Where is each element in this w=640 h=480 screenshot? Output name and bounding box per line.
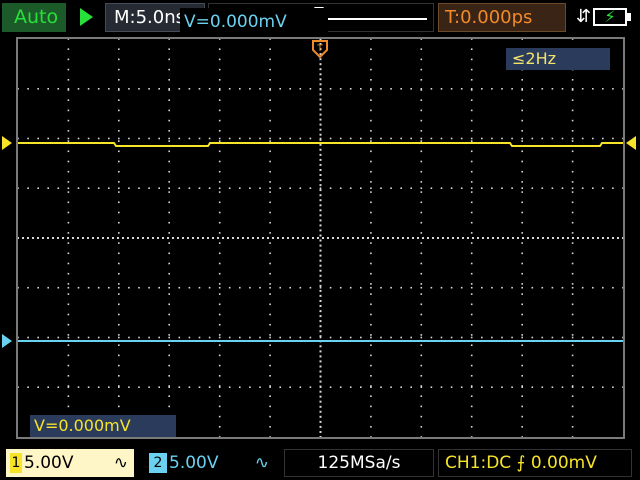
frequency-readout: ≤2Hz: [506, 48, 610, 70]
ch1-index-badge: 1: [10, 453, 22, 473]
trigger-marker-icon[interactable]: T: [312, 40, 328, 59]
grid-horizontal-line: [18, 386, 623, 388]
ch2-scale-value: 5.00V: [169, 453, 219, 473]
grid-horizontal-line: [18, 137, 623, 140]
grid-horizontal-line: [18, 336, 623, 339]
usb-icon: ⇵: [576, 6, 592, 27]
ch2-index-badge: 2: [149, 453, 167, 473]
trigger-position-readout[interactable]: T:0.000ps: [438, 3, 566, 32]
ch1-scale-value: 5.00V: [24, 453, 74, 473]
grid-horizontal-line: [18, 187, 623, 189]
run-mode-indicator[interactable]: Auto: [2, 3, 66, 32]
run-play-icon[interactable]: [80, 8, 93, 26]
ch2-ac-coupling-icon: ∿: [254, 453, 269, 473]
trigger-marker-label: T: [316, 44, 323, 54]
trigger-settings-readout[interactable]: CH1:DC ⨍ 0.00mV: [438, 449, 632, 477]
grid-vertical-line: [420, 39, 423, 437]
grid-vertical-line: [269, 39, 271, 437]
trigger-level-marker-icon[interactable]: [626, 136, 636, 150]
waveform-display[interactable]: [16, 37, 625, 439]
ch1-ac-coupling-icon: ∿: [113, 453, 128, 473]
bottom-status-bar: 1 5.00V ∿ 2 5.00V ∿ 125MSa/s CH1:DC ⨍ 0.00…: [0, 441, 640, 480]
grid-horizontal-line: [18, 286, 623, 289]
battery-charging-icon: ⚡: [593, 7, 631, 26]
ch2-measurement: V=0.000mV: [180, 8, 328, 36]
ch2-level-marker-icon[interactable]: [2, 334, 12, 348]
graticule-grid: [18, 39, 623, 437]
grid-vertical-line: [218, 39, 221, 437]
ch1-level-marker-icon[interactable]: [2, 136, 12, 150]
grid-vertical-line: [319, 39, 322, 437]
grid-horizontal-line: [18, 88, 623, 90]
ch1-scale-button[interactable]: 1 5.00V ∿: [6, 449, 134, 477]
grid-vertical-line: [370, 39, 372, 437]
grid-horizontal-line: [18, 237, 623, 239]
ch1-measurement: V=0.000mV: [30, 415, 176, 437]
sample-rate-readout: 125MSa/s: [284, 449, 434, 477]
ch2-scale-button[interactable]: 2 5.00V ∿: [145, 449, 275, 477]
